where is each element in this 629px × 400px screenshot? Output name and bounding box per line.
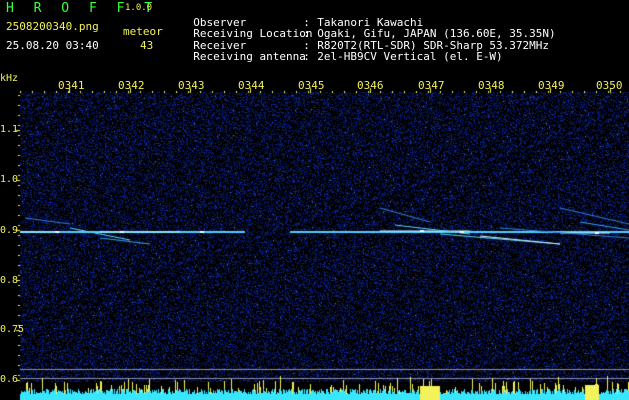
app-version: 1.0.0 [125, 3, 153, 13]
y-unit-label: kHz [0, 73, 19, 84]
info-value: 2el-HB9CV Vertical (el. E-W) [317, 50, 503, 63]
y-tick-label: 1.0 [0, 174, 19, 185]
x-tick-label: 0347 [418, 79, 445, 92]
y-tick-label: 1.1 [0, 124, 19, 135]
x-tick-label: 0341 [58, 79, 85, 92]
y-tick-label: 0.75 [0, 324, 25, 335]
y-tick-label: 0.9 [0, 225, 19, 236]
filename-label: 2508200340.png [6, 20, 99, 33]
x-tick-label: 0343 [178, 79, 205, 92]
y-tick-label: 0.8 [0, 275, 19, 286]
x-tick-label: 0345 [298, 79, 325, 92]
info-sep: : [303, 50, 310, 63]
x-tick-label: 0348 [478, 79, 505, 92]
info-key: Receiving antenna [193, 50, 306, 63]
y-tick-label: 0.6 [0, 374, 19, 385]
meteor-count: 43 [140, 39, 154, 52]
meteor-label: meteor [123, 25, 163, 38]
x-tick-label: 0346 [357, 79, 384, 92]
x-tick-label: 0342 [118, 79, 145, 92]
x-tick-label: 0349 [538, 79, 565, 92]
datetime-label: 25.08.20 03:40 [6, 39, 99, 52]
info-antenna-row: Receiving antenna: 2el-HB9CV Vertical (el… [180, 40, 503, 63]
x-tick-label: 0344 [238, 79, 265, 92]
x-tick-label: 0350 [596, 79, 623, 92]
